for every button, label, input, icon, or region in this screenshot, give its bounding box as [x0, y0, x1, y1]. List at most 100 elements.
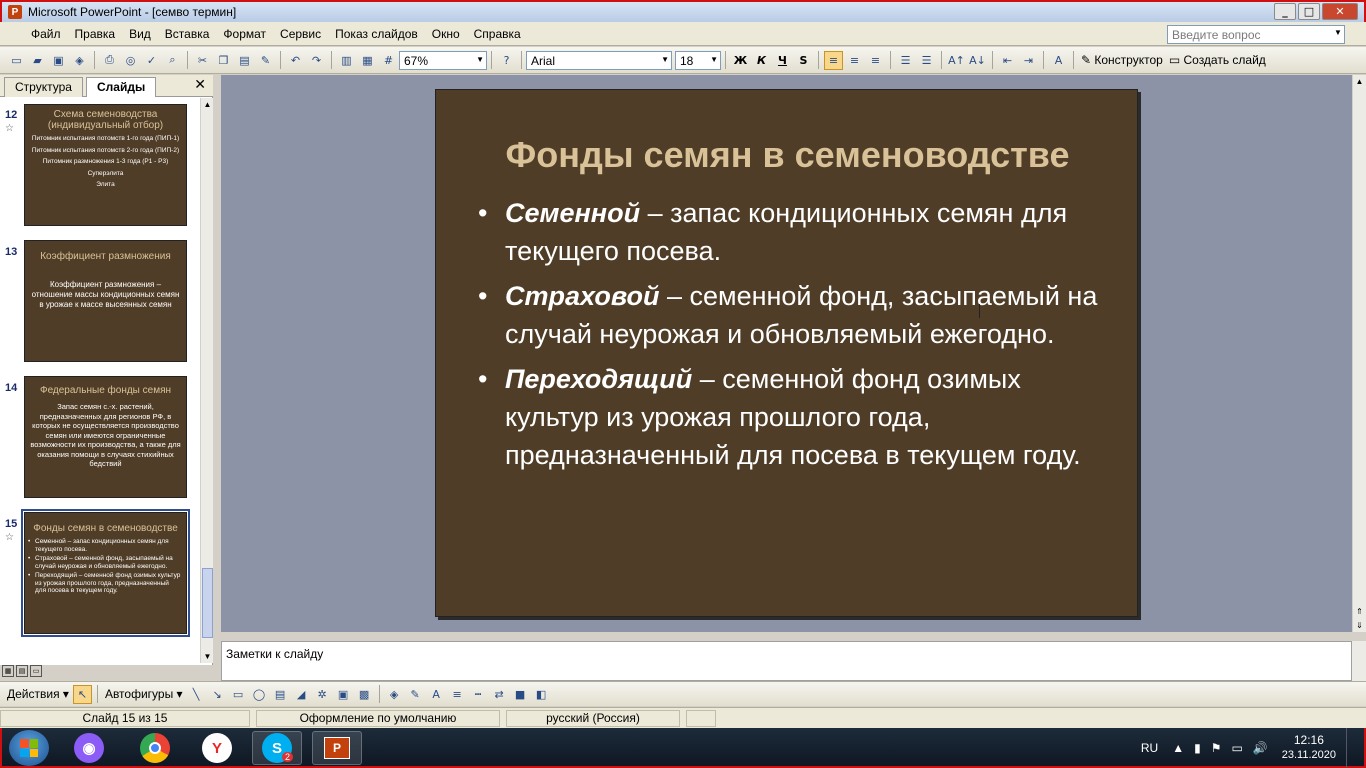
- font-size-select[interactable]: 18 ▼: [675, 50, 721, 70]
- shadow-button[interactable]: S: [794, 51, 813, 70]
- maximize-button[interactable]: □: [1298, 3, 1320, 20]
- menu-slideshow[interactable]: Показ слайдов: [328, 27, 425, 41]
- menu-insert[interactable]: Вставка: [158, 27, 217, 41]
- fill-color-icon[interactable]: ◈: [385, 685, 404, 704]
- format-painter-icon[interactable]: ✎: [256, 51, 275, 70]
- close-window-button[interactable]: ✕: [1322, 3, 1358, 20]
- ask-dropdown-icon[interactable]: ▼: [1334, 28, 1342, 37]
- show-grid-icon[interactable]: #: [379, 51, 398, 70]
- slideshow-view-icon[interactable]: ▭: [30, 665, 42, 677]
- print-preview-icon[interactable]: ◎: [121, 51, 140, 70]
- print-icon[interactable]: ⎙: [100, 51, 119, 70]
- normal-view-icon[interactable]: ▦: [2, 665, 14, 677]
- slide-thumb-13[interactable]: Коэффициент размножения Коэффициент разм…: [24, 240, 187, 362]
- insert-table-icon[interactable]: ▦: [358, 51, 377, 70]
- redo-icon[interactable]: ↷: [307, 51, 326, 70]
- new-document-icon[interactable]: ▭: [7, 51, 26, 70]
- align-center-icon[interactable]: ≡: [845, 51, 864, 70]
- bullets-icon[interactable]: ☰: [917, 51, 936, 70]
- tab-slides[interactable]: Слайды: [86, 77, 157, 97]
- menu-help[interactable]: Справка: [467, 27, 528, 41]
- align-right-icon[interactable]: ≡: [866, 51, 885, 70]
- current-slide[interactable]: Фонды семян в семеноводстве Семенной – з…: [435, 89, 1138, 617]
- show-hidden-icons[interactable]: ▲: [1172, 741, 1184, 755]
- wordart-icon[interactable]: ◢: [292, 685, 311, 704]
- sorter-view-icon[interactable]: ▤: [16, 665, 28, 677]
- increase-font-icon[interactable]: A↑: [947, 51, 966, 70]
- device-icon[interactable]: ▮: [1194, 741, 1201, 755]
- scroll-up-icon[interactable]: ▲: [202, 98, 213, 111]
- show-desktop-button[interactable]: [1346, 728, 1356, 768]
- underline-button[interactable]: Ч: [773, 51, 792, 70]
- font-select[interactable]: Arial ▼: [526, 50, 672, 70]
- increase-indent-icon[interactable]: ⇥: [1019, 51, 1038, 70]
- zoom-select[interactable]: 67% ▼: [399, 50, 487, 70]
- prev-slide-icon[interactable]: ⇑: [1354, 605, 1365, 618]
- line-icon[interactable]: ╲: [187, 685, 206, 704]
- network-icon[interactable]: ▭: [1231, 741, 1242, 755]
- textbox-icon[interactable]: ▤: [271, 685, 290, 704]
- oval-icon[interactable]: ◯: [250, 685, 269, 704]
- cut-icon[interactable]: ✂: [193, 51, 212, 70]
- clipart-icon[interactable]: ▣: [334, 685, 353, 704]
- decrease-font-icon[interactable]: A↓: [968, 51, 987, 70]
- scroll-up-icon[interactable]: ▲: [1354, 75, 1365, 88]
- volume-icon[interactable]: 🔊: [1253, 741, 1268, 755]
- actions-menu[interactable]: Действия ▾: [4, 687, 72, 701]
- taskbar-alice[interactable]: ◉: [64, 731, 114, 765]
- copy-icon[interactable]: ❐: [214, 51, 233, 70]
- menu-file[interactable]: Файл: [24, 27, 68, 41]
- menu-tools[interactable]: Сервис: [273, 27, 328, 41]
- autoshapes-menu[interactable]: Автофигуры ▾: [102, 687, 186, 701]
- start-button[interactable]: [9, 730, 49, 766]
- slide-thumb-14[interactable]: Федеральные фонды семян Запас семян с.-х…: [24, 376, 187, 498]
- menu-view[interactable]: Вид: [122, 27, 158, 41]
- taskbar-yandex[interactable]: Y: [192, 731, 242, 765]
- spelling-icon[interactable]: ✓: [142, 51, 161, 70]
- help-icon[interactable]: ?: [497, 51, 516, 70]
- taskbar-skype[interactable]: S2: [252, 731, 302, 765]
- slide-thumb-15[interactable]: Фонды семян в семеноводстве Семенной – з…: [21, 509, 190, 637]
- designer-button[interactable]: ✎ Конструктор: [1078, 53, 1166, 67]
- line-color-icon[interactable]: ✎: [406, 685, 425, 704]
- picture-icon[interactable]: ▩: [355, 685, 374, 704]
- research-icon[interactable]: ⌕: [163, 51, 182, 70]
- arrow-style-icon[interactable]: ⇄: [490, 685, 509, 704]
- undo-icon[interactable]: ↶: [286, 51, 305, 70]
- clock[interactable]: 12:16 23.11.2020: [1282, 733, 1336, 763]
- taskbar-powerpoint[interactable]: P: [312, 731, 362, 765]
- scroll-down-icon[interactable]: ▼: [202, 650, 213, 663]
- line-style-icon[interactable]: ≡: [448, 685, 467, 704]
- minimize-button[interactable]: _: [1274, 3, 1296, 20]
- paste-icon[interactable]: ▤: [235, 51, 254, 70]
- menu-format[interactable]: Формат: [216, 27, 273, 41]
- save-icon[interactable]: ▣: [49, 51, 68, 70]
- diagram-icon[interactable]: ✲: [313, 685, 332, 704]
- taskbar-chrome[interactable]: [130, 731, 180, 765]
- scroll-thumb[interactable]: [202, 568, 213, 638]
- insert-chart-icon[interactable]: ▥: [337, 51, 356, 70]
- align-left-icon[interactable]: ≡: [824, 50, 843, 70]
- italic-button[interactable]: К: [752, 51, 771, 70]
- select-pointer-icon[interactable]: ↖: [72, 684, 92, 704]
- dash-style-icon[interactable]: ┅: [469, 685, 488, 704]
- permission-icon[interactable]: ◈: [70, 51, 89, 70]
- decrease-indent-icon[interactable]: ⇤: [998, 51, 1017, 70]
- bold-button[interactable]: Ж: [731, 51, 750, 70]
- numbering-icon[interactable]: ☰: [896, 51, 915, 70]
- slide-title[interactable]: Фонды семян в семеноводстве: [436, 134, 1139, 176]
- open-folder-icon[interactable]: ▰: [28, 51, 47, 70]
- notes-scrollbar[interactable]: [1352, 641, 1366, 681]
- input-language[interactable]: RU: [1141, 741, 1158, 755]
- 3d-style-icon[interactable]: ◧: [532, 685, 551, 704]
- tab-outline[interactable]: Структура: [4, 77, 83, 97]
- slide-body[interactable]: Семенной – запас кондиционных семян для …: [478, 194, 1108, 481]
- new-slide-button[interactable]: ▭ Создать слайд: [1166, 53, 1269, 67]
- slide-thumb-12[interactable]: Схема семеноводства (индивидуальный отбо…: [24, 104, 187, 226]
- font-color-icon[interactable]: A: [1049, 51, 1068, 70]
- next-slide-icon[interactable]: ⇓: [1354, 619, 1365, 632]
- menu-edit[interactable]: Правка: [68, 27, 123, 41]
- flag-icon[interactable]: ⚑: [1211, 741, 1222, 755]
- text-color-icon[interactable]: A: [427, 685, 446, 704]
- ask-question-input[interactable]: Введите вопрос: [1167, 25, 1345, 44]
